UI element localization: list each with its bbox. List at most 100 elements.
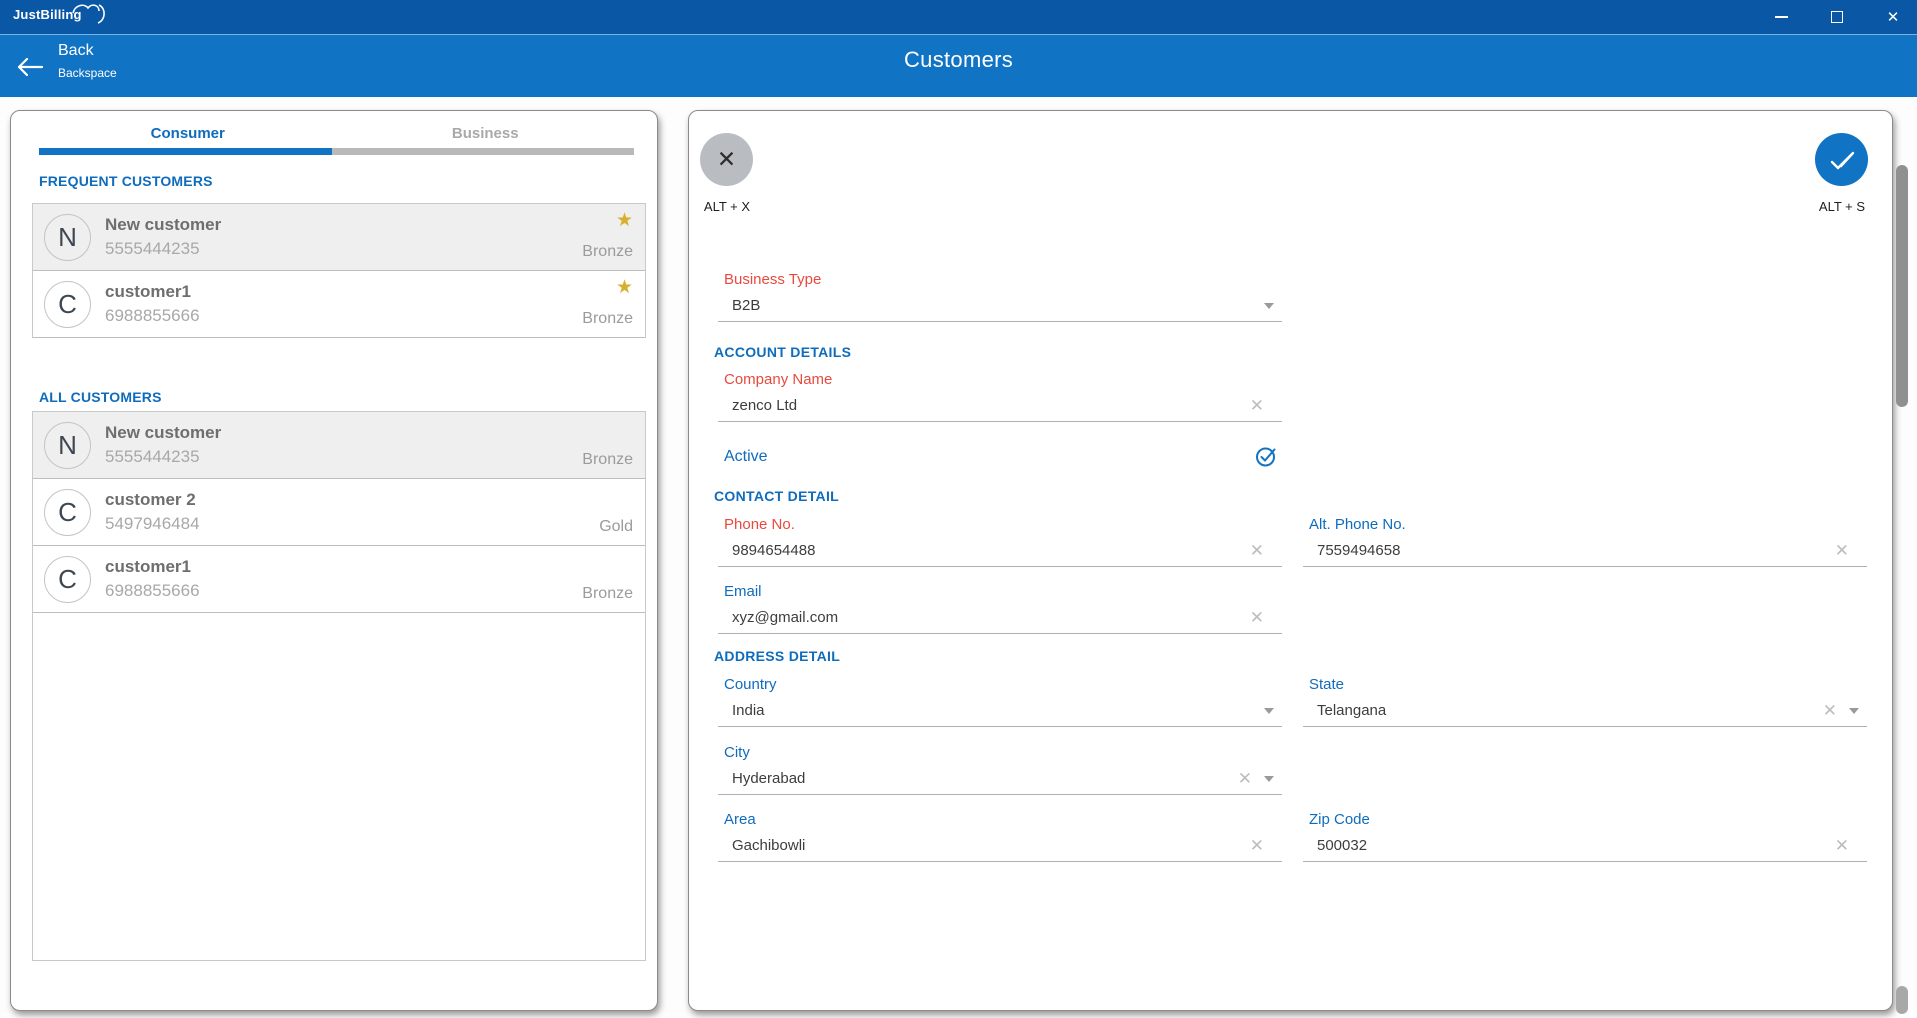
area-field: Area Gachibowli ✕: [718, 811, 1282, 862]
company-name-input[interactable]: zenco Ltd ✕: [718, 394, 1282, 422]
check-circle-icon[interactable]: [1255, 445, 1278, 468]
scrollbar-track-end[interactable]: [1896, 986, 1908, 1014]
page-title: Customers: [0, 47, 1917, 73]
customer-phone: 5555444235: [105, 239, 221, 259]
maximize-button[interactable]: [1829, 9, 1845, 25]
tier-badge: Gold: [599, 518, 633, 536]
tier-badge: Bronze: [582, 585, 633, 603]
zip-code-field: Zip Code 500032 ✕: [1303, 811, 1867, 862]
list-item[interactable]: C customer1 6988855666 ★ Bronze: [33, 271, 645, 338]
save-button[interactable]: [1815, 133, 1868, 186]
avatar: N: [44, 422, 91, 469]
email-input[interactable]: xyz@gmail.com ✕: [718, 606, 1282, 634]
alt-phone-value: 7559494658: [1317, 542, 1835, 559]
alt-phone-label: Alt. Phone No.: [1303, 516, 1867, 534]
vertical-scrollbar-thumb[interactable]: [1896, 165, 1908, 407]
active-toggle[interactable]: Active: [718, 445, 1282, 468]
chevron-down-icon[interactable]: [1849, 708, 1859, 714]
customer-phone: 5497946484: [105, 514, 200, 534]
list-item[interactable]: N New customer 5555444235 ★ Bronze: [33, 204, 645, 271]
clear-icon[interactable]: ✕: [1250, 837, 1264, 854]
frequent-customers-list: N New customer 5555444235 ★ Bronze C cus…: [32, 203, 646, 338]
list-item[interactable]: N New customer 5555444235 Bronze: [33, 412, 645, 479]
maximize-icon: [1831, 11, 1843, 23]
phone-field: Phone No. 9894654488 ✕: [718, 516, 1282, 567]
state-dropdown[interactable]: Telangana ✕: [1303, 699, 1867, 727]
country-dropdown[interactable]: India: [718, 699, 1282, 727]
customer-list-panel: Consumer Business FREQUENT CUSTOMERS N N…: [10, 110, 658, 1011]
clear-icon[interactable]: ✕: [1823, 702, 1837, 719]
city-label: City: [718, 744, 1282, 762]
cancel-x-icon: ✕: [717, 146, 736, 173]
area-input[interactable]: Gachibowli ✕: [718, 834, 1282, 862]
list-item[interactable]: C customer1 6988855666 Bronze: [33, 546, 645, 613]
business-type-field: Business Type B2B: [718, 271, 1282, 322]
country-field: Country India: [718, 676, 1282, 727]
close-button[interactable]: ✕: [1885, 9, 1901, 25]
section-account-details: ACCOUNT DETAILS: [714, 344, 851, 360]
clear-icon[interactable]: ✕: [1238, 770, 1252, 787]
clear-icon[interactable]: ✕: [1250, 542, 1264, 559]
avatar: C: [44, 489, 91, 536]
business-type-dropdown[interactable]: B2B: [718, 294, 1282, 322]
avatar: N: [44, 214, 91, 261]
save-shortcut-label: ALT + S: [1797, 199, 1887, 214]
phone-label: Phone No.: [718, 516, 1282, 534]
alt-phone-field: Alt. Phone No. 7559494658 ✕: [1303, 516, 1867, 567]
app-logo: JustBilling: [13, 7, 82, 22]
customer-name: customer1: [105, 282, 200, 302]
city-value: Hyderabad: [732, 770, 1238, 787]
customer-phone: 6988855666: [105, 306, 200, 326]
email-label: Email: [718, 583, 1282, 601]
zip-code-input[interactable]: 500032 ✕: [1303, 834, 1867, 862]
tab-indicator-inactive: [332, 148, 634, 155]
alt-phone-input[interactable]: 7559494658 ✕: [1303, 539, 1867, 567]
chevron-down-icon[interactable]: [1264, 303, 1274, 309]
active-label: Active: [724, 448, 768, 466]
zip-code-label: Zip Code: [1303, 811, 1867, 829]
email-field: Email xyz@gmail.com ✕: [718, 583, 1282, 634]
chevron-down-icon[interactable]: [1264, 708, 1274, 714]
customer-name: New customer: [105, 423, 221, 443]
customer-name: customer 2: [105, 490, 200, 510]
minimize-icon: [1775, 16, 1788, 18]
country-label: Country: [718, 676, 1282, 694]
close-icon: ✕: [1887, 10, 1900, 25]
phone-value: 9894654488: [732, 542, 1250, 559]
customer-phone: 5555444235: [105, 447, 221, 467]
customer-form-panel: ✕ ALT + X ALT + S Business Type B2B ACCO…: [688, 110, 1893, 1011]
clear-icon[interactable]: ✕: [1835, 542, 1849, 559]
avatar: C: [44, 556, 91, 603]
tier-badge: Bronze: [582, 310, 633, 328]
tier-badge: Bronze: [582, 243, 633, 261]
customer-name: New customer: [105, 215, 221, 235]
city-dropdown[interactable]: Hyderabad ✕: [718, 767, 1282, 795]
business-type-label: Business Type: [718, 271, 1282, 289]
frequent-customers-heading: FREQUENT CUSTOMERS: [39, 173, 213, 189]
section-address-detail: ADDRESS DETAIL: [714, 648, 840, 664]
email-value: xyz@gmail.com: [732, 609, 1250, 626]
tab-business[interactable]: Business: [337, 125, 635, 142]
phone-input[interactable]: 9894654488 ✕: [718, 539, 1282, 567]
all-customers-heading: ALL CUSTOMERS: [39, 389, 162, 405]
cloud-icon: [71, 1, 111, 29]
customer-name: customer1: [105, 557, 200, 577]
area-value: Gachibowli: [732, 837, 1250, 854]
star-icon[interactable]: ★: [616, 278, 633, 297]
section-contact-detail: CONTACT DETAIL: [714, 488, 839, 504]
minimize-button[interactable]: [1773, 9, 1789, 25]
tab-indicator-active: [39, 148, 332, 155]
tab-indicator: [39, 148, 634, 155]
tab-consumer[interactable]: Consumer: [39, 125, 337, 142]
cancel-button[interactable]: ✕: [700, 133, 753, 186]
clear-icon[interactable]: ✕: [1835, 837, 1849, 854]
page-header: Back Backspace Customers: [0, 34, 1917, 97]
list-item[interactable]: C customer 2 5497946484 Gold: [33, 479, 645, 546]
chevron-down-icon[interactable]: [1264, 776, 1274, 782]
star-icon[interactable]: ★: [616, 211, 633, 230]
city-field: City Hyderabad ✕: [718, 744, 1282, 795]
cancel-shortcut-label: ALT + X: [682, 199, 772, 214]
clear-icon[interactable]: ✕: [1250, 397, 1264, 414]
company-name-value: zenco Ltd: [732, 397, 1250, 414]
clear-icon[interactable]: ✕: [1250, 609, 1264, 626]
